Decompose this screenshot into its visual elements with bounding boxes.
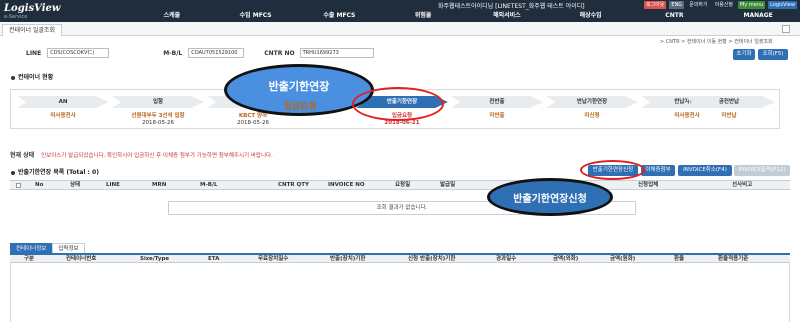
step-status: 미반납 [721, 113, 737, 119]
container-status-title-text: 컨테이너 현황 [18, 74, 54, 81]
step-status: 미반출 [489, 113, 505, 119]
tab-container-bulk-inquiry[interactable]: 컨테이너 일괄조회 [2, 24, 63, 36]
line-select[interactable]: CDS(COSCOKV仁) [47, 48, 110, 58]
container-info-grid-body [10, 263, 790, 322]
highlight-extension-apply-button [580, 160, 645, 180]
logisview-link[interactable]: LogisView [768, 1, 797, 9]
callout-oval-right: 반출기한연장신청 [487, 178, 613, 216]
nav-item-cntr[interactable]: CNTR [633, 10, 717, 22]
col-no: No [35, 182, 44, 188]
callout-right-text: 반출기한연장신청 [513, 194, 587, 205]
page-tab-strip: 컨테이너 일괄조회 [0, 22, 800, 36]
search-form: LINE CDS(COSCOKV仁) M-B/L COAU7051529100 … [10, 47, 374, 59]
extension-list-title: 반출기한연장 목록 (Total : 0) [11, 167, 99, 176]
col-mrn: MRN [152, 182, 167, 188]
tab-close-control[interactable] [782, 25, 790, 33]
col-invoice-no: INVOICE NO [328, 182, 365, 188]
app-logo-sub: e-Service [4, 14, 28, 20]
signup-link[interactable]: 이용신청 [713, 1, 735, 9]
app-logo[interactable]: LogisView [4, 3, 60, 14]
attach-transfer-button[interactable]: 이체증첨부 [641, 165, 675, 176]
extension-grid-header: No 상태 LINE MRN M-B/L CNTR QTY INVOICE NO… [10, 180, 790, 190]
step-date: 2018-05-26 [237, 120, 269, 126]
highlight-step-outbound-extension [352, 87, 444, 121]
nav-item-dangerous-goods[interactable]: 위험물 [381, 10, 465, 22]
mbl-label: M-B/L [163, 49, 183, 57]
col-carrier-remark: 선사비고 [732, 182, 753, 188]
nav-item-schedule[interactable]: 스케줄 [130, 10, 214, 22]
language-button[interactable]: ENG [669, 1, 685, 9]
nav-item-import-mfcs[interactable]: 수입 MFCS [214, 10, 298, 22]
nav-item-overseas-service[interactable]: 해외서비스 [465, 10, 549, 22]
select-all-checkbox[interactable] [16, 183, 21, 188]
tab-container-info[interactable]: 컨테이너정보 [10, 243, 53, 253]
extension-list-title-text: 반출기한연장 목록 (Total : 0) [18, 169, 99, 176]
user-info: 화주웹테스트아이디님 [LINETEST_화주웹 테스트 아이디] [438, 3, 585, 10]
cntr-no-label: CNTR NO [264, 49, 295, 57]
nav-item-manage[interactable]: MANAGE [716, 10, 800, 22]
step-date: 2018-05-26 [142, 120, 174, 126]
step-status: 미사용전사 [50, 113, 76, 119]
nav-item-sea-import[interactable]: 해상수입 [549, 10, 633, 22]
step-arrival: 입항 선원대부두 3선석 입항 2018-05-26 [112, 94, 204, 128]
container-status-title: 컨테이너 현황 [11, 72, 53, 81]
logout-button[interactable]: 로그아웃 [644, 1, 667, 9]
invoice-print-button[interactable]: INVOICE출력(F12) [734, 165, 790, 176]
step-container-outbound: 컨반출 미반출 [451, 94, 543, 128]
current-status-label: 현재 상태 [10, 152, 35, 159]
step-an: AN 미사용전사 [17, 94, 109, 128]
detail-tabs: 컨테이너정보 입력정보 [10, 243, 85, 253]
callout-top-line1: 반출기한연장 [268, 80, 330, 93]
invoice-cancel-button[interactable]: INVOICE취소(F4) [678, 165, 732, 176]
step-empty-return: 공컨반납 미반납 [683, 94, 775, 128]
step-name: 공컨반납 [718, 99, 740, 105]
container-info-grid-header: 구분 컨테이너번호 Size/Type ETA 무료장치일수 반출(장치)기한 … [10, 253, 790, 263]
step-name: 컨반출 [489, 99, 505, 105]
current-status-note: 현재 상태 인보이스가 발급되었습니다. 확인하시어 입금하신 후 이체증 첨부… [10, 150, 273, 159]
col-applicant: 신청업체 [638, 182, 659, 188]
step-status: 미신청 [584, 113, 600, 119]
tab-input-info[interactable]: 입력정보 [52, 243, 85, 253]
search-button[interactable]: 조회(F5) [758, 49, 788, 60]
col-cntr-qty: CNTR QTY [278, 182, 309, 188]
step-return-extension: 반납기한연장 미신청 [546, 94, 638, 128]
callout-top-line2: 입금요청 [283, 102, 317, 112]
breadcrumb: > CNTR > 컨테이너 이동 현황 > 컨테이너 일괄조회 [660, 39, 773, 45]
step-name: 반납기한연장 [576, 99, 608, 105]
mbl-input[interactable]: COAU7051529100 [188, 48, 245, 58]
col-issue-date: 발급일 [440, 182, 456, 188]
bullet-icon [11, 170, 15, 175]
top-links: 로그아웃 ENG 문의하기 이용신청 My menu LogisView [644, 1, 797, 9]
inquiry-link[interactable]: 문의하기 [687, 1, 709, 9]
main-nav: 스케줄 수입 MFCS 수출 MFCS 위험물 해외서비스 해상수입 CNTR … [130, 10, 800, 22]
line-label: LINE [26, 49, 42, 57]
col-mbl: M-B/L [200, 182, 218, 188]
col-status: 상태 [70, 182, 81, 188]
my-menu-button[interactable]: My menu [738, 1, 766, 9]
bullet-icon [11, 75, 15, 80]
step-name: 입항 [152, 99, 164, 105]
top-bar: LogisView e-Service 화주웹테스트아이디님 [LINETEST… [0, 0, 800, 22]
cntr-no-input[interactable]: TRHU1699273 [299, 48, 374, 58]
reset-button[interactable]: 초기화 [733, 49, 755, 60]
col-line: LINE [106, 182, 120, 188]
col-request-date: 요청일 [395, 182, 411, 188]
current-status-text: 인보이스가 발급되었습니다. 확인하시어 입금하신 후 이체증 첨부가 가능하면… [41, 153, 273, 159]
step-status: 선원대부두 3선석 입항 [131, 113, 185, 119]
nav-item-export-mfcs[interactable]: 수출 MFCS [298, 10, 382, 22]
step-name: AN [58, 99, 68, 105]
